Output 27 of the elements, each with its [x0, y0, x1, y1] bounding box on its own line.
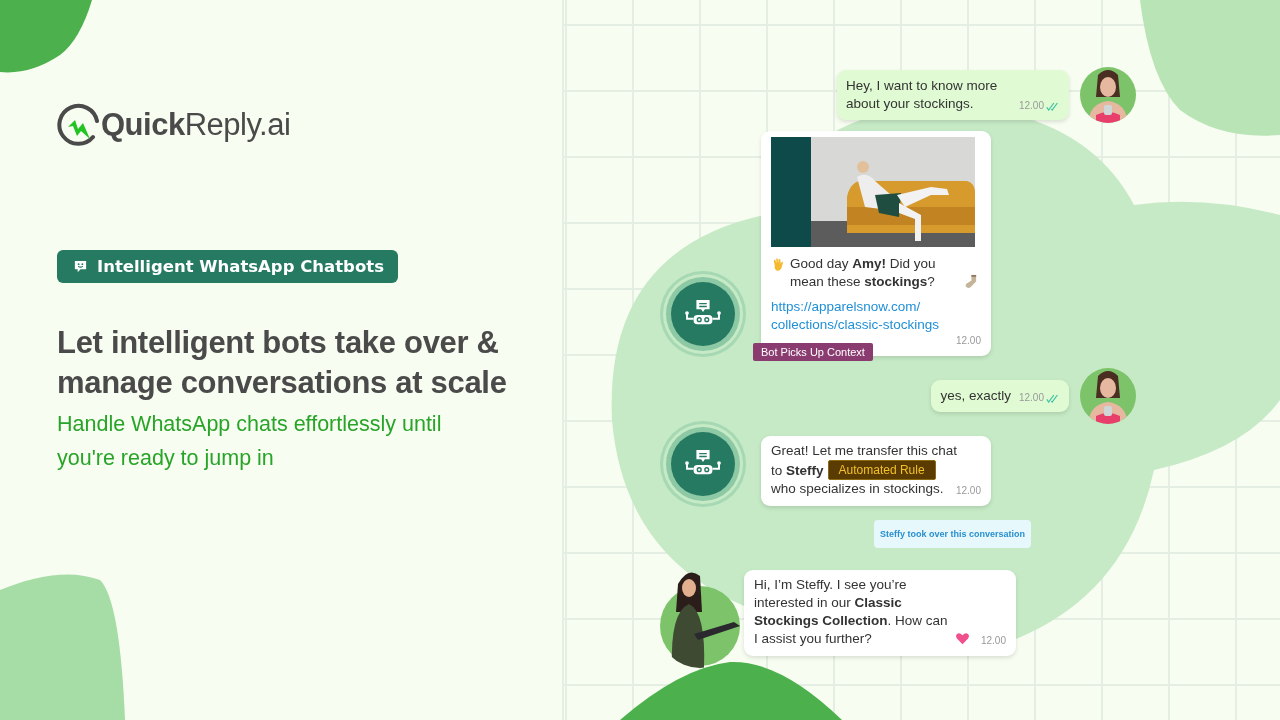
sock-icon — [963, 274, 978, 289]
hand-icon — [771, 257, 786, 272]
message-text: Good day Amy! Did you mean these stockings? — [790, 255, 937, 291]
headline: Let intelligent bots take over & manage conversations at scale — [57, 324, 508, 402]
message-text: yes, exactly — [940, 387, 1011, 405]
message-text: Hey, I want to know more about your stockings. — [846, 77, 999, 113]
message-time: 12.00 — [955, 334, 981, 348]
message-time: 12.00 — [1018, 391, 1044, 405]
message-text: who specializes in stockings. — [771, 480, 944, 498]
rule-tag: Automated Rule — [827, 460, 936, 480]
message-text: Hi, I’m Steffy. I see you’re interested in our Classic Stockings Collection. How can I assist you further? — [754, 576, 949, 648]
system-note: Steffy took over this conversation — [874, 520, 1032, 548]
message-time: 12.00 — [955, 484, 981, 498]
message-time: 12.00 — [980, 634, 1006, 648]
message-text: Great! Let me transfer this chat — [771, 442, 958, 460]
chat-icon — [73, 259, 88, 274]
message-text: to Steffy — [771, 462, 824, 480]
heart-icon — [954, 631, 970, 646]
logo-icon — [57, 103, 101, 147]
product-link[interactable]: https://apparelsnow.com/ collections/classic-stockings — [771, 298, 981, 334]
double-check-icon — [1046, 393, 1060, 403]
double-check-icon — [1046, 101, 1060, 111]
subheadline: Handle WhatsApp chats effortlessly until you're ready to jump in — [57, 411, 443, 472]
message-time: 12.00 — [1018, 99, 1044, 113]
context-tag: Bot Picks Up Context — [753, 343, 873, 361]
badge-label: Intelligent WhatsApp Chatbots — [97, 257, 384, 276]
logo-wordmark: QuickReply.ai — [101, 107, 291, 143]
